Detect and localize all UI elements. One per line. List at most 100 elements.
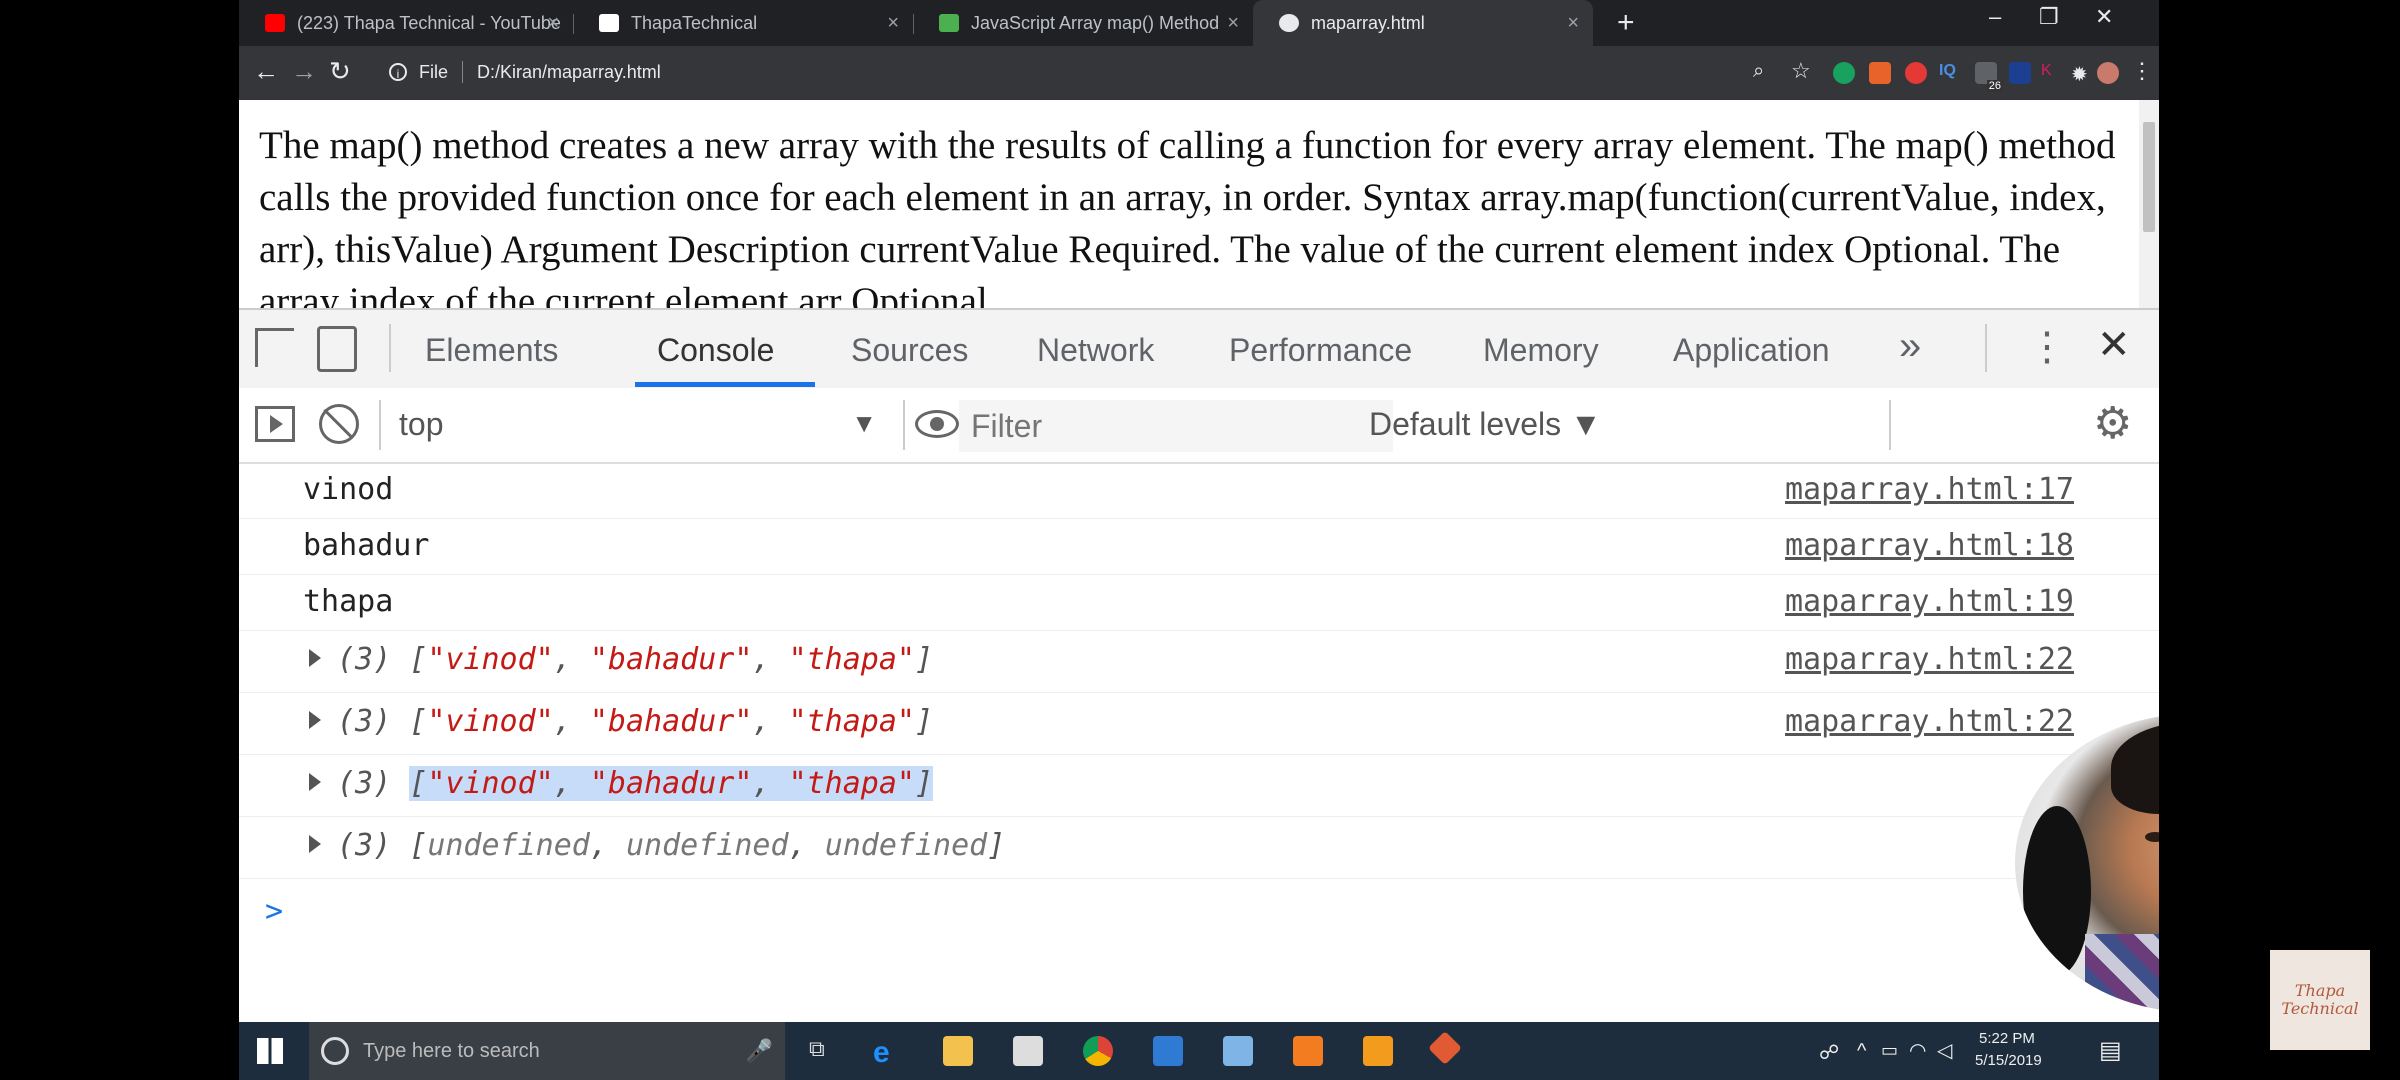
console-toolbar: top ▼ Default levels ▼ ⚙ [239, 388, 2159, 464]
console-message: vinod maparray.html:17 [239, 462, 2159, 519]
clock-date[interactable]: 5/15/2019 [1975, 1052, 2042, 1069]
back-icon[interactable]: ← [253, 56, 279, 87]
sublime-text-icon[interactable] [1363, 1036, 1393, 1066]
browser-toolbar: ← → ↻ i File D:/Kiran/maparray.html ⌕ ☆ … [239, 46, 2159, 100]
source-link[interactable]: maparray.html:18 [1785, 528, 2074, 563]
close-icon[interactable]: × [1567, 12, 1579, 35]
array-preview[interactable]: (3) ["vinod", "bahadur", "thapa"] [309, 642, 933, 677]
git-icon[interactable] [1428, 1031, 1462, 1065]
array-preview[interactable]: (3) [undefined, undefined, undefined] [309, 828, 1005, 863]
tab-console[interactable]: Console [657, 332, 774, 369]
bookmark-star-icon[interactable]: ☆ [1791, 58, 1811, 84]
array-preview[interactable]: (3) ["vinod", "bahadur", "thapa"] [309, 704, 933, 739]
info-icon[interactable]: i [389, 63, 407, 81]
expand-triangle-icon[interactable] [309, 773, 321, 791]
extension-icon[interactable] [2009, 62, 2031, 84]
xampp-icon[interactable] [1293, 1036, 1323, 1066]
source-link[interactable]: maparray.html:22 [1785, 704, 2074, 739]
battery-icon[interactable]: ▭ [1881, 1040, 1898, 1061]
taskbar-search[interactable]: Type here to search 🎤 [309, 1022, 785, 1080]
minimize-icon[interactable]: – [1989, 4, 2001, 30]
expand-triangle-icon[interactable] [309, 835, 321, 853]
tab-w3schools[interactable]: JavaScript Array map() Method × [913, 0, 1253, 46]
restore-icon[interactable]: ❐ [2039, 4, 2059, 30]
extension-icon[interactable]: 26 [1975, 62, 2003, 92]
sidebar-toggle-icon[interactable] [255, 406, 295, 442]
extension-icon[interactable] [1905, 62, 1927, 84]
inspect-element-icon[interactable] [255, 328, 294, 367]
profile-avatar[interactable] [2097, 62, 2119, 84]
more-tabs-icon[interactable]: » [1899, 324, 1921, 369]
tray-chevron-icon[interactable]: ^ [1857, 1040, 1866, 1063]
device-toolbar-icon[interactable] [317, 326, 357, 372]
task-view-icon[interactable]: ⧉ [809, 1036, 839, 1066]
close-icon[interactable]: × [887, 12, 899, 35]
tab-application[interactable]: Application [1673, 332, 1830, 369]
forward-icon[interactable]: → [291, 56, 317, 87]
address-bar[interactable]: i File D:/Kiran/maparray.html [389, 52, 1867, 92]
people-icon[interactable]: ☍ [1819, 1040, 1839, 1065]
extension-icon[interactable] [1869, 62, 1891, 84]
reload-icon[interactable]: ↻ [329, 56, 351, 87]
close-icon[interactable]: × [1227, 12, 1239, 35]
scrollbar-thumb[interactable] [2143, 122, 2155, 232]
app-icon[interactable] [1223, 1036, 1253, 1066]
tab-thapatechnical[interactable]: ThapaTechnical × [573, 0, 913, 46]
close-icon[interactable]: × [547, 12, 559, 35]
close-devtools-icon[interactable]: ✕ [2097, 322, 2131, 368]
tab-memory[interactable]: Memory [1483, 332, 1599, 369]
tab-maparray[interactable]: maparray.html × [1253, 0, 1593, 46]
edge-icon[interactable]: e [873, 1036, 903, 1069]
console-array-message[interactable]: (3) ["vinod", "bahadur", "thapa"] maparr… [239, 630, 2159, 693]
tab-strip: (223) Thapa Technical - YouTube × ThapaT… [239, 0, 2159, 46]
grammarly-extension-icon[interactable] [1833, 62, 1855, 84]
console-array-message[interactable]: (3) ["vinod", "bahadur", "thapa"] [239, 754, 2159, 817]
file-explorer-icon[interactable] [943, 1036, 973, 1066]
filter-input[interactable] [959, 400, 1393, 452]
tab-sources[interactable]: Sources [851, 332, 968, 369]
tab-elements[interactable]: Elements [425, 332, 558, 369]
devtools-menu-icon[interactable]: ⋮ [2027, 324, 2067, 370]
wifi-icon[interactable]: ◠ [1909, 1038, 1926, 1063]
settings-extension-icon[interactable]: ✹ [2071, 62, 2093, 86]
array-preview[interactable]: (3) ["vinod", "bahadur", "thapa"] [309, 766, 934, 801]
address-scheme: File [419, 61, 449, 82]
source-link[interactable]: maparray.html:17 [1785, 472, 2074, 507]
presenter-hair [2111, 722, 2159, 814]
store-icon[interactable] [1013, 1036, 1043, 1066]
expand-triangle-icon[interactable] [309, 649, 321, 667]
action-center-icon[interactable]: ▤ [2099, 1036, 2122, 1065]
chrome-icon[interactable] [1083, 1036, 1113, 1066]
gear-icon[interactable]: ⚙ [2093, 398, 2132, 449]
log-text: thapa [303, 584, 394, 619]
tab-network[interactable]: Network [1037, 332, 1154, 369]
clear-console-icon[interactable] [319, 404, 359, 444]
chevron-down-icon: ▼ [851, 408, 877, 438]
presenter-shirt [2085, 934, 2159, 1012]
console-array-message[interactable]: (3) [undefined, undefined, undefined] [239, 816, 2159, 879]
console-prompt[interactable]: > [265, 894, 283, 929]
globe-icon [1279, 14, 1299, 32]
console-array-message[interactable]: (3) ["vinod", "bahadur", "thapa"] maparr… [239, 692, 2159, 755]
iq-extension-icon[interactable]: IQ [1939, 62, 1961, 84]
tab-youtube[interactable]: (223) Thapa Technical - YouTube × [239, 0, 573, 46]
tab-performance[interactable]: Performance [1229, 332, 1412, 369]
new-tab-button[interactable]: + [1617, 6, 1635, 40]
expand-triangle-icon[interactable] [309, 711, 321, 729]
windows-start-icon[interactable] [257, 1038, 283, 1064]
microphone-icon[interactable]: 🎤 [746, 1038, 773, 1064]
default-levels-dropdown[interactable]: Default levels ▼ [1369, 406, 1602, 443]
context-selector[interactable]: top ▼ [399, 400, 889, 450]
source-link[interactable]: maparray.html:19 [1785, 584, 2074, 619]
close-window-icon[interactable]: ✕ [2095, 4, 2113, 30]
tab-title: maparray.html [1311, 12, 1425, 33]
menu-icon[interactable]: ⋮ [2131, 58, 2153, 84]
live-expression-eye-icon[interactable] [915, 410, 959, 438]
zoom-icon[interactable]: ⌕ [1753, 60, 1764, 83]
app-icon[interactable] [1153, 1036, 1183, 1066]
clock-time[interactable]: 5:22 PM [1979, 1030, 2035, 1047]
volume-icon[interactable]: ◁ [1937, 1038, 1952, 1063]
extension-icon[interactable]: K [2041, 62, 2063, 84]
source-link[interactable]: maparray.html:22 [1785, 642, 2074, 677]
page-scrollbar[interactable] [2139, 100, 2159, 308]
